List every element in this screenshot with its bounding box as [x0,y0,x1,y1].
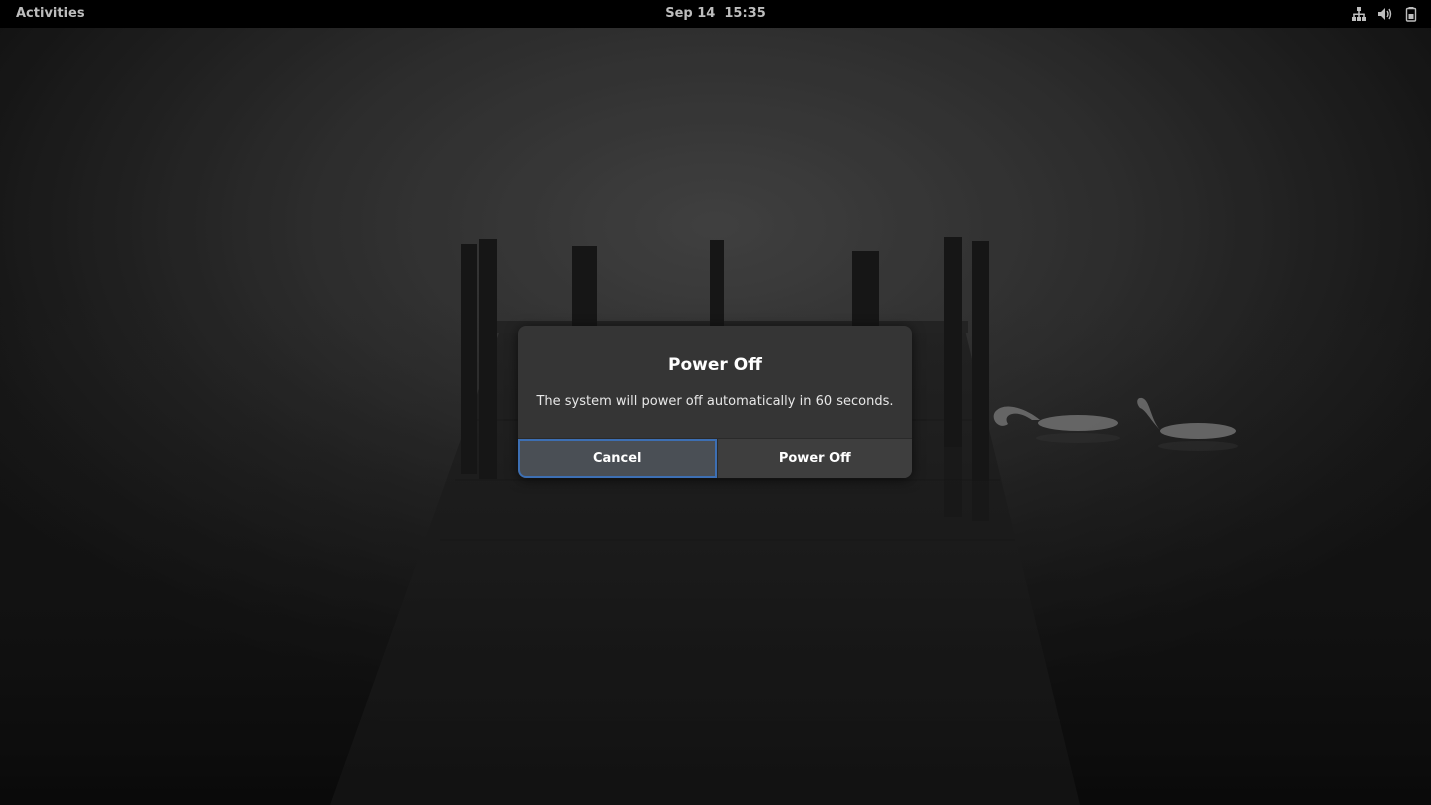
system-tray[interactable] [1351,6,1419,22]
network-icon [1352,7,1366,21]
top-bar: Activities Sep 14 15:35 [0,0,1431,28]
battery-icon [1405,7,1417,22]
power-off-button[interactable]: Power Off [716,439,913,478]
power-off-dialog: Power Off The system will power off auto… [518,326,912,478]
clock: Sep 14 15:35 [0,6,1431,21]
cancel-button[interactable]: Cancel [518,439,717,478]
dialog-title: Power Off [668,355,762,375]
activities-button[interactable]: Activities [16,6,85,21]
dialog-message: The system will power off automatically … [536,394,894,409]
volume-icon [1378,8,1392,20]
date-time-button[interactable]: Sep 14 15:35 [665,6,766,21]
desktop: Activities Sep 14 15:35 Power Off The sy… [0,0,1431,805]
dialog-button-bar: Cancel Power Off [518,438,912,478]
